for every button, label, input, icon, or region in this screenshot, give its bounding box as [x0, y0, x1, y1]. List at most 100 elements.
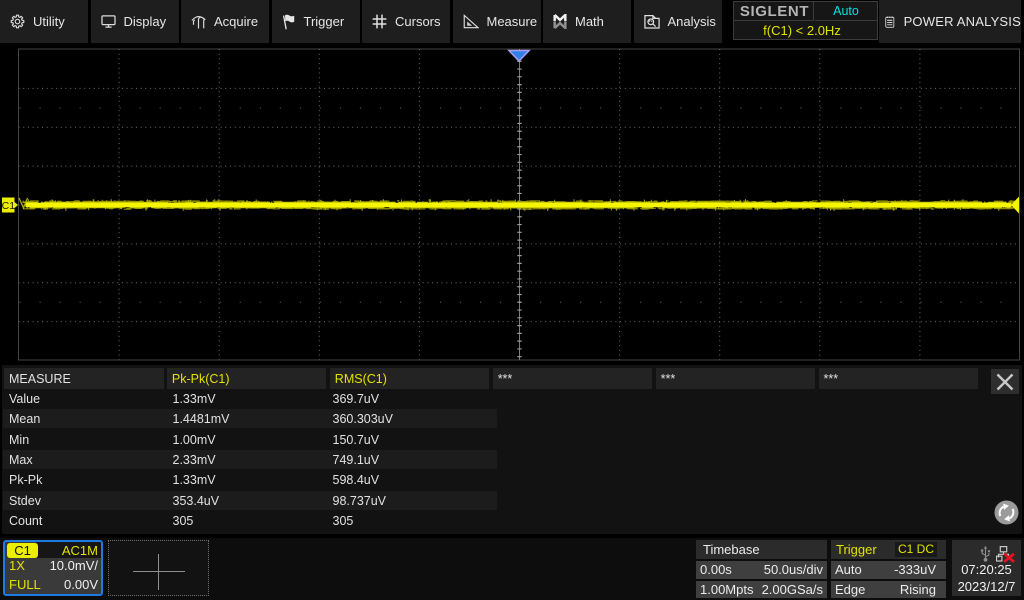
trigger-delay-triangle[interactable] [509, 51, 529, 62]
menu-bar: Utility Display Acquire Trigger CursorsMeasu… [0, 0, 1024, 43]
statistics-reset-button[interactable] [994, 500, 1019, 525]
clock-date: 2023/12/7 [952, 579, 1021, 594]
trigger-level: -333uV [894, 561, 936, 579]
timebase-box[interactable]: Timebase 0.00s 50.0us/div 1.00Mpts 2.00G… [696, 540, 827, 596]
measure-value: 305 [173, 511, 194, 531]
channel1-bandwidth: FULL [9, 577, 41, 592]
measure-value: 2.33mV [173, 450, 216, 470]
menu-item-math[interactable]: Math [543, 0, 631, 43]
measure-row-value: Value1.33mV369.7uV [2, 389, 1022, 409]
measure-header-cell[interactable]: Pk-Pk(C1) [167, 368, 327, 389]
measure-header-label: MEASURE [9, 372, 71, 386]
menu-item-label: Utility [33, 14, 65, 29]
power-analysis-label: POWER ANALYSIS [904, 14, 1021, 29]
bowtie-m-icon [553, 14, 567, 29]
channel1-offset-row: FULL 0.00V [5, 577, 101, 594]
flag-icon [282, 14, 296, 30]
channel1-vdiv: 10.0mV/ [50, 558, 98, 573]
measure-value: 150.7uV [333, 429, 380, 449]
folder-magnifier-icon [644, 14, 660, 29]
bottom-status-bar: C1 AC1M 1X 10.0mV/ FULL 0.00V Timebase 0… [0, 538, 1024, 600]
trigger-mode: Auto [835, 561, 862, 579]
measure-stat-label: Value [9, 389, 40, 409]
measure-row-min: Min1.00mV150.7uV [2, 429, 1022, 449]
measure-header-cell[interactable]: *** [819, 368, 979, 389]
power-analysis-panel[interactable]: POWER ANALYSIS [879, 0, 1021, 43]
trigger-type: Edge [835, 581, 865, 599]
measure-value: 353.4uV [173, 491, 220, 511]
measure-value: 1.33mV [173, 470, 216, 490]
menu-item-label: Math [575, 14, 604, 29]
timebase-row-delay: 0.00s 50.0us/div [696, 561, 827, 579]
measure-header-cell[interactable]: RMS(C1) [330, 368, 490, 389]
menu-item-acquire[interactable]: Acquire [181, 0, 269, 43]
channel1-descriptor-box[interactable]: C1 AC1M 1X 10.0mV/ FULL 0.00V [3, 540, 103, 596]
gear-icon [10, 14, 25, 29]
timebase-samplerate: 2.00GSa/s [762, 581, 823, 599]
plus-icon [158, 554, 159, 590]
row-stripe [3, 450, 497, 469]
measure-stat-label: Mean [9, 409, 40, 429]
menu-item-label: Analysis [668, 14, 716, 29]
c1-offset-label: C1 [2, 200, 16, 212]
channel1-probe: 1X [9, 558, 25, 573]
measure-value: 1.00mV [173, 429, 216, 449]
timebase-points: 1.00Mpts [700, 581, 753, 599]
menu-item-display[interactable]: Display [91, 0, 179, 43]
row-stripe [3, 491, 497, 510]
menu-item-trigger[interactable]: Trigger [272, 0, 360, 43]
menu-item-label: Display [124, 14, 167, 29]
c1-offset-marker[interactable]: C1 [2, 198, 18, 213]
timebase-header: Timebase [696, 540, 827, 559]
status-icons [952, 543, 1021, 561]
siglent-logo: SIGLENT [734, 2, 814, 21]
menu-item-label: Trigger [304, 14, 345, 29]
add-channel-box[interactable] [108, 540, 209, 596]
channel1-badge: C1 [7, 543, 38, 558]
measure-header-label: RMS(C1) [335, 372, 387, 386]
measure-stat-label: Count [9, 511, 42, 531]
acquisition-status-badge[interactable]: Auto [815, 2, 877, 21]
measure-row-stdev: Stdev353.4uV98.737uV [2, 491, 1022, 511]
sampling-arch-icon [191, 15, 206, 29]
trigger-box[interactable]: Trigger C1 DC Auto -333uV Edge Rising [831, 540, 946, 596]
menu-item-measure[interactable]: Measure [453, 0, 541, 43]
measure-row-pkpk: Pk-Pk 1.33mV 598.4uV [2, 470, 1022, 490]
measure-header-cell[interactable]: *** [656, 368, 816, 389]
set-square-icon [463, 14, 479, 29]
measure-stat-label: Max [9, 450, 33, 470]
measure-row-count: Count 305 305 [2, 511, 1022, 531]
channel1-header-row: C1 AC1M [5, 542, 101, 558]
measure-header-label: *** [661, 372, 676, 386]
measure-value: 305 [333, 511, 354, 531]
menu-item-label: Acquire [214, 14, 258, 29]
measure-value: 1.33mV [173, 389, 216, 409]
measure-row-max: Max 2.33mV 749.1uV [2, 450, 1022, 470]
timebase-scale: 50.0us/div [764, 561, 823, 579]
lan-error-icon [996, 546, 1016, 563]
measure-header-cell[interactable]: *** [493, 368, 653, 389]
menu-item-cursors[interactable]: Cursors [362, 0, 450, 43]
measure-header-label: *** [824, 372, 839, 386]
measure-value: 1.4481mV [173, 409, 230, 429]
waveform-display: C1 [0, 43, 1024, 367]
scope-graticule: C1 [0, 43, 1024, 367]
channel1-offset: 0.00V [64, 577, 98, 592]
oscilloscope-screen: Utility Display Acquire Trigger CursorsMeasu… [0, 0, 1024, 600]
timebase-delay: 0.00s [700, 561, 732, 579]
measure-value: 749.1uV [333, 450, 380, 470]
measure-value: 598.4uV [333, 470, 380, 490]
measure-header-label: Pk-Pk(C1) [172, 372, 230, 386]
trigger-row-slope: Edge Rising [831, 581, 946, 598]
status-box: 07:20:25 2023/12/7 [952, 540, 1021, 596]
c1-trace[interactable] [19, 198, 1017, 211]
trigger-frequency-readout: f(C1) < 2.0Hz [734, 22, 877, 39]
menu-item-analysis[interactable]: Analysis [634, 0, 722, 43]
channel1-scale-row: 1X 10.0mV/ [5, 558, 101, 575]
crosshatch-icon [372, 14, 387, 29]
measure-value: 360.303uV [333, 409, 393, 429]
measure-stat-label: Stdev [9, 491, 41, 511]
menu-item-utility[interactable]: Utility [0, 0, 88, 43]
trigger-level-triangle[interactable] [1011, 197, 1019, 214]
measure-stat-label: Pk-Pk [9, 470, 42, 490]
